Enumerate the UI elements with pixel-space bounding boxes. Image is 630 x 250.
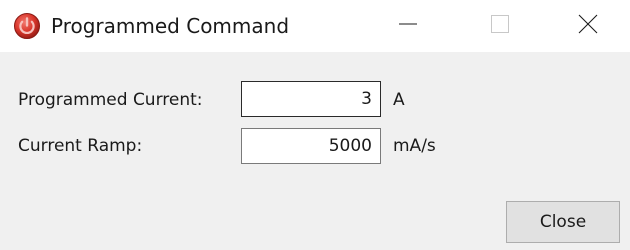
dialog-content: Programmed Current: A Current Ramp: mA/s… bbox=[0, 52, 630, 250]
title-bar[interactable]: Programmed Command bbox=[0, 0, 630, 52]
programmed-command-window: Programmed Command Programmed Current: 3… bbox=[0, 0, 630, 250]
close-icon bbox=[578, 14, 598, 38]
power-button-icon bbox=[13, 12, 41, 40]
close-window-button[interactable] bbox=[546, 0, 630, 52]
current-ramp-label: Current Ramp: bbox=[18, 136, 143, 156]
maximize-icon bbox=[490, 14, 510, 38]
maximize-button[interactable] bbox=[454, 0, 546, 52]
current-ramp-input[interactable] bbox=[241, 128, 381, 164]
programmed-current-input[interactable] bbox=[241, 81, 381, 117]
programmed-current-unit: A bbox=[393, 90, 405, 110]
current-ramp-unit: mA/s bbox=[393, 136, 436, 156]
minimize-icon bbox=[398, 14, 418, 38]
close-button[interactable]: Close bbox=[506, 201, 620, 243]
window-title: Programmed Command bbox=[51, 14, 290, 38]
programmed-current-label: Programmed Current: bbox=[18, 90, 203, 110]
minimize-button[interactable] bbox=[362, 0, 454, 52]
